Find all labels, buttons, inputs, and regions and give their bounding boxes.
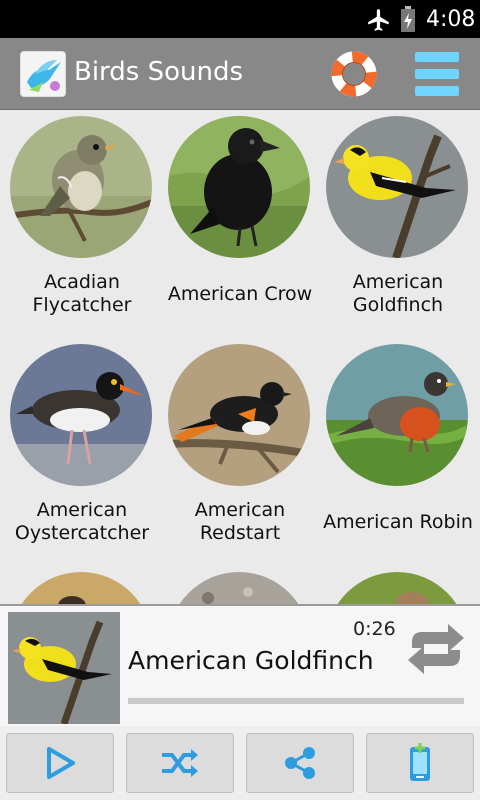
bird-item-american-oystercatcher[interactable]: American Oystercatcher xyxy=(0,338,160,566)
bird-photo xyxy=(168,116,310,258)
play-icon xyxy=(47,747,75,779)
share-icon xyxy=(285,747,315,779)
control-bar xyxy=(0,726,480,800)
bird-photo xyxy=(326,572,468,604)
bird-photo xyxy=(168,344,310,486)
shuffle-button[interactable] xyxy=(126,733,234,793)
battery-icon xyxy=(401,6,415,32)
bird-photo xyxy=(10,116,152,258)
bird-name: American Robin xyxy=(323,510,473,533)
set-ringtone-icon xyxy=(410,743,430,781)
set-ringtone-button[interactable] xyxy=(366,733,474,793)
bird-photo xyxy=(10,344,152,486)
share-button[interactable] xyxy=(246,733,354,793)
help-button[interactable] xyxy=(330,50,378,98)
shuffle-icon xyxy=(162,749,198,777)
playback-progress-bar[interactable] xyxy=(128,698,464,704)
app-title: Birds Sounds xyxy=(74,57,244,87)
play-button[interactable] xyxy=(6,733,114,793)
app-bird-icon xyxy=(20,51,66,97)
lifebuoy-icon xyxy=(331,51,377,97)
bird-photo xyxy=(10,572,152,604)
bird-photo xyxy=(326,116,468,258)
bird-name: Acadian Flycatcher xyxy=(32,271,132,316)
now-playing-title: American Goldfinch xyxy=(128,646,374,675)
bird-item-american-goldfinch[interactable]: American Goldfinch xyxy=(316,110,476,338)
playback-time: 0:26 xyxy=(353,618,396,640)
airplane-mode-icon xyxy=(368,9,389,31)
now-playing-thumbnail xyxy=(8,612,120,724)
bird-photo xyxy=(326,344,468,486)
status-time: 4:08 xyxy=(426,7,476,32)
repeat-icon xyxy=(408,624,464,674)
bird-name: American Crow xyxy=(167,282,313,305)
bird-name: American Goldfinch xyxy=(352,271,444,316)
bird-item-acadian-flycatcher[interactable]: Acadian Flycatcher xyxy=(0,110,160,338)
menu-button[interactable] xyxy=(412,50,462,98)
status-bar: 4:08 xyxy=(0,0,480,38)
bird-photo xyxy=(168,572,310,604)
bird-item-american-crow[interactable]: American Crow xyxy=(158,110,318,338)
action-bar: Birds Sounds xyxy=(0,38,480,110)
bird-item-partial[interactable] xyxy=(158,566,318,604)
bird-name: American Redstart xyxy=(194,499,286,544)
repeat-button[interactable] xyxy=(402,620,470,678)
now-playing-panel: 0:26 American Goldfinch xyxy=(0,604,480,726)
bird-item-partial[interactable] xyxy=(316,566,476,604)
bird-item-partial[interactable] xyxy=(0,566,160,604)
bird-item-american-redstart[interactable]: American Redstart xyxy=(158,338,318,566)
bird-item-american-robin[interactable]: American Robin xyxy=(316,338,476,566)
bird-name: American Oystercatcher xyxy=(14,499,150,544)
bird-grid[interactable]: Acadian Flycatcher American Crow America… xyxy=(0,110,480,604)
